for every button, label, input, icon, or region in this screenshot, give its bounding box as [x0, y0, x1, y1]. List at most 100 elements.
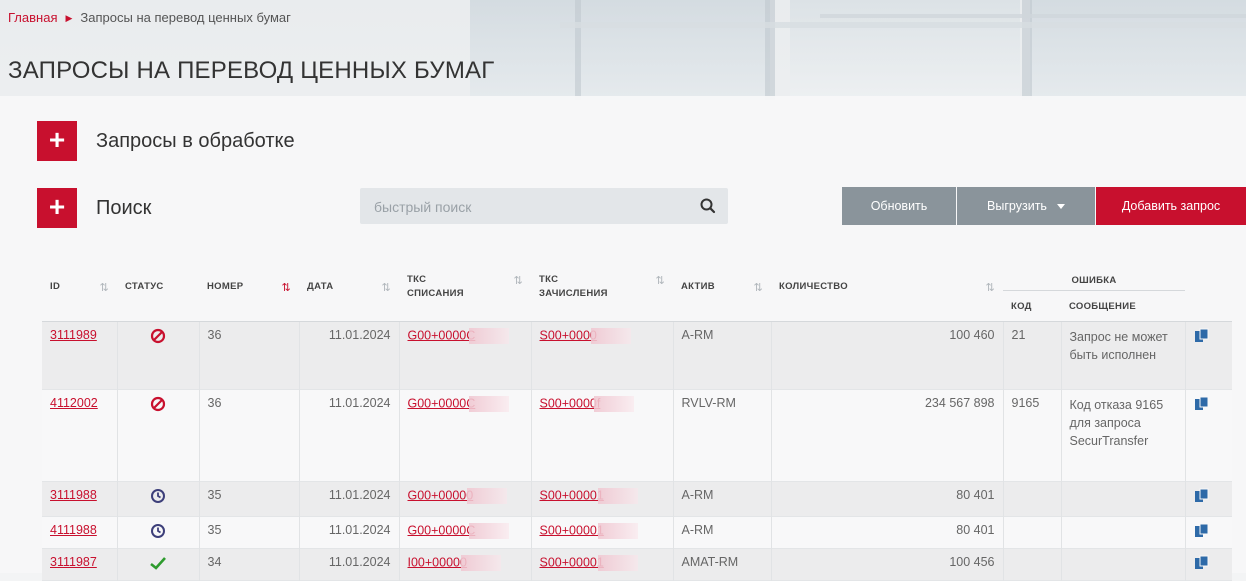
cell-asset: RVLV-RM	[673, 389, 772, 482]
cell-id: 3111988	[42, 481, 118, 517]
tks-credit-link[interactable]: S00+0000	[540, 328, 597, 342]
search-icon[interactable]	[698, 196, 718, 216]
sort-icon[interactable]: ⇅	[985, 281, 995, 294]
cell-error-message: Запрос не может быть исполнен	[1061, 321, 1186, 390]
table-row[interactable]: 4112002 36 11.01.2024 G00+0000C S00+0000f RVL…	[42, 389, 1232, 482]
col-header-date[interactable]: ДАТА ⇅	[299, 256, 399, 322]
cell-tks-debit: G00+00000	[399, 481, 532, 517]
cell-status	[117, 481, 200, 517]
redaction-mask	[597, 555, 638, 571]
cell-asset: A-RM	[673, 481, 772, 517]
cell-actions	[1185, 482, 1232, 517]
cell-number: 36	[199, 389, 300, 482]
cell-error-message: Код отказа 9165 для запроса SecurTransfe…	[1061, 389, 1186, 482]
tks-credit-link[interactable]: S00+00001	[540, 523, 604, 537]
tks-credit-link[interactable]: S00+00001	[540, 488, 604, 502]
cell-id: 3111989	[42, 321, 118, 390]
cell-actions	[1185, 322, 1232, 390]
table-row[interactable]: 3111987 34 11.01.2024 I00+00000 S00+00001 AMA…	[42, 548, 1232, 581]
cell-error-message	[1061, 516, 1186, 549]
tks-debit-link[interactable]: I00+00000	[408, 555, 467, 569]
copy-request-icon[interactable]	[1194, 328, 1209, 346]
tks-debit-link[interactable]: G00+0000C	[408, 523, 476, 537]
col-header-tks-debit[interactable]: ТКС СПИСАНИЯ ⇅	[399, 256, 531, 322]
cell-actions	[1185, 549, 1232, 581]
tks-credit-link[interactable]: S00+0000f	[540, 396, 601, 410]
pending-icon	[150, 489, 166, 507]
cell-status	[117, 389, 200, 482]
cell-date: 11.01.2024	[299, 548, 400, 581]
col-header-error-message: СООБЩЕНИЕ	[1061, 290, 1185, 322]
cell-tks-debit: G00+0000C	[399, 389, 532, 482]
export-dropdown-button[interactable]: Выгрузить	[957, 187, 1095, 225]
request-id-link[interactable]: 3111987	[50, 555, 97, 569]
cell-quantity: 100 456	[771, 548, 1004, 581]
sort-active-icon[interactable]: ⇅	[281, 281, 291, 294]
pending-icon	[150, 524, 166, 542]
tks-credit-link[interactable]: S00+00001	[540, 555, 604, 569]
plus-icon: +	[48, 124, 66, 155]
col-header-id[interactable]: ID ⇅	[42, 256, 117, 322]
cell-status	[117, 516, 200, 549]
tks-debit-link[interactable]: G00+0000C	[408, 396, 476, 410]
request-id-link[interactable]: 4111988	[50, 523, 97, 537]
refresh-button[interactable]: Обновить	[842, 187, 956, 225]
cell-tks-debit: I00+00000	[399, 548, 532, 581]
expand-search-button[interactable]: +	[37, 188, 77, 228]
breadcrumb-home-link[interactable]: Главная	[8, 10, 57, 25]
sort-icon[interactable]: ⇅	[753, 281, 763, 294]
cell-quantity: 234 567 898	[771, 389, 1004, 482]
cell-tks-debit: G00+0000C	[399, 321, 532, 390]
col-header-error-group: ОШИБКА	[1003, 256, 1185, 291]
chevron-down-icon	[1056, 204, 1065, 210]
tks-debit-link[interactable]: G00+00000	[408, 488, 474, 502]
table-row[interactable]: 4111988 35 11.01.2024 G00+0000C S00+00001 A-R…	[42, 516, 1232, 549]
cell-actions	[1185, 390, 1232, 482]
cell-date: 11.01.2024	[299, 481, 400, 517]
request-id-link[interactable]: 3111988	[50, 488, 97, 502]
sort-icon[interactable]: ⇅	[513, 274, 523, 288]
table-row[interactable]: 3111988 35 11.01.2024 G00+00000 S00+00001 A-R…	[42, 481, 1232, 517]
copy-request-icon[interactable]	[1194, 396, 1209, 414]
col-header-actions	[1185, 256, 1232, 322]
rejected-icon	[150, 396, 166, 415]
sort-icon[interactable]: ⇅	[381, 281, 391, 294]
add-request-button[interactable]: Добавить запрос	[1096, 187, 1246, 225]
redaction-mask	[467, 488, 508, 504]
col-header-tks-credit[interactable]: ТКС ЗАЧИСЛЕНИЯ ⇅	[531, 256, 673, 322]
requests-table: ID ⇅ СТАТУС НОМЕР ⇅ ДАТА ⇅ ТКС СПИСАНИЯ ⇅ ТКС…	[42, 256, 1232, 581]
table-row[interactable]: 3111989 36 11.01.2024 G00+0000C S00+0000 A-RM…	[42, 321, 1232, 390]
quick-search-input[interactable]	[372, 188, 696, 226]
cell-status	[117, 548, 200, 581]
breadcrumb: Главная ▶ Запросы на перевод ценных бумаг	[8, 10, 291, 25]
copy-request-icon[interactable]	[1194, 555, 1209, 573]
cell-error-code: 21	[1003, 321, 1062, 390]
plus-icon: +	[48, 191, 66, 222]
sort-icon[interactable]: ⇅	[99, 281, 109, 294]
rejected-icon	[150, 328, 166, 347]
section-search-title: Поиск	[96, 197, 152, 219]
cell-quantity: 100 460	[771, 321, 1004, 390]
copy-request-icon[interactable]	[1194, 523, 1209, 541]
redaction-mask	[597, 523, 638, 539]
tks-debit-link[interactable]: G00+0000C	[408, 328, 476, 342]
page-title: ЗАПРОСЫ НА ПЕРЕВОД ЦЕННЫХ БУМАГ	[8, 57, 495, 84]
cell-id: 4112002	[42, 389, 118, 482]
cell-error-message	[1061, 548, 1186, 581]
request-id-link[interactable]: 4112002	[50, 396, 98, 410]
cell-status	[117, 321, 200, 390]
request-id-link[interactable]: 3111989	[50, 328, 97, 342]
cell-id: 4111988	[42, 516, 118, 549]
col-header-number[interactable]: НОМЕР ⇅	[199, 256, 299, 322]
sort-icon[interactable]: ⇅	[655, 274, 665, 288]
cell-error-code	[1003, 548, 1062, 581]
expand-processing-button[interactable]: +	[37, 121, 77, 161]
redaction-mask	[469, 328, 510, 344]
col-header-asset[interactable]: АКТИВ ⇅	[673, 256, 771, 322]
redaction-mask	[469, 396, 510, 412]
col-header-quantity[interactable]: КОЛИЧЕСТВО ⇅	[771, 256, 1003, 322]
copy-request-icon[interactable]	[1194, 488, 1209, 506]
redaction-mask	[594, 396, 635, 412]
cell-date: 11.01.2024	[299, 389, 400, 482]
cell-number: 36	[199, 321, 300, 390]
